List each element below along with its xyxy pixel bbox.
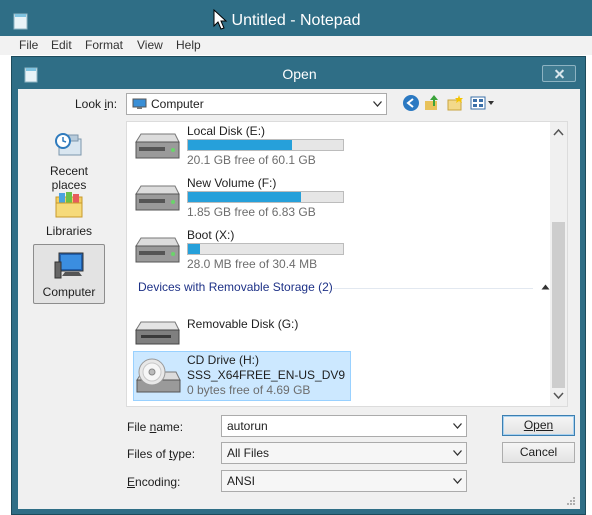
place-recent-places[interactable]: Recent places [33,124,105,192]
mouse-cursor-icon [213,9,228,30]
file-name-label: File name: [127,420,184,434]
drive-name: Local Disk (E:) [187,124,266,138]
place-label: Computer [42,285,96,299]
menu-view[interactable]: View [137,38,163,52]
dialog-title: Open [282,66,317,82]
new-folder-icon[interactable] [446,94,464,112]
cd-drive-icon [136,358,181,393]
menu-file[interactable]: File [19,38,38,52]
drive-usage-bar [187,243,344,255]
file-list[interactable]: Local Disk (E:) 20.1 GB free of 60.1 GB … [126,121,568,407]
menu-help[interactable]: Help [176,38,201,52]
drive-name: Boot (X:) [187,228,235,242]
scroll-down-icon[interactable] [553,392,564,400]
hard-drive-icon [135,133,180,159]
open-dialog: Open Look in: Computer Recent places Lib… [11,56,586,515]
hard-drive-icon [135,185,180,211]
files-of-type-label: Files of type: [127,447,196,461]
drive-free-space: 1.85 GB free of 6.83 GB [187,205,316,219]
drive-new-volume-f[interactable]: New Volume (F:) 1.85 GB free of 6.83 GB [127,174,537,224]
encoding-select[interactable]: ANSI [221,470,467,492]
files-of-type-select[interactable]: All Files [221,442,467,464]
notepad-titlebar[interactable]: Untitled - Notepad [0,0,592,36]
drive-free-space: 28.0 MB free of 30.4 MB [187,257,318,271]
back-icon[interactable] [402,94,420,112]
group-divider [333,288,533,289]
encoding-label: Encoding: [127,475,181,489]
group-header-removable[interactable]: Devices with Removable Storage (2) [138,280,550,296]
notepad-menubar: File Edit Format View Help [0,36,592,55]
look-in-label: Look in: [75,97,118,111]
drive-local-disk-e[interactable]: Local Disk (E:) 20.1 GB free of 60.1 GB [127,122,537,172]
computer-icon [54,252,84,279]
encoding-value: ANSI [227,474,256,488]
resize-grip-icon[interactable] [566,496,576,506]
view-menu-icon[interactable] [470,94,496,112]
place-libraries[interactable]: Libraries [33,184,105,242]
drive-name: CD Drive (H:) [187,353,259,367]
drive-volume-label: SSS_X64FREE_EN-US_DV9 [187,368,346,382]
cancel-button[interactable]: Cancel [502,442,575,463]
files-of-type-value: All Files [227,446,270,460]
hard-drive-icon [135,237,180,263]
menu-edit[interactable]: Edit [51,38,72,52]
recent-places-icon [55,133,82,156]
computer-icon [132,98,147,109]
look-in-combo[interactable]: Computer [126,93,387,115]
group-title: Devices with Removable Storage (2) [138,280,333,294]
libraries-icon [55,192,83,218]
look-in-value: Computer [151,97,204,111]
dialog-body: Look in: Computer Recent places Librarie… [18,89,580,509]
chevron-down-icon[interactable] [453,423,462,429]
chevron-down-icon [373,101,382,107]
menu-format[interactable]: Format [85,38,123,52]
drive-name: New Volume (F:) [187,176,277,190]
scroll-up-icon[interactable] [553,128,564,136]
drive-free-space: 0 bytes free of 4.69 GB [187,383,311,397]
removable-drive-icon [135,321,180,345]
place-label: Libraries [45,224,93,238]
open-button-label: Open [523,418,554,432]
drive-free-space: 20.1 GB free of 60.1 GB [187,153,316,167]
chevron-down-icon [453,478,462,484]
close-button[interactable] [542,65,576,82]
drive-usage-bar [187,139,344,151]
notepad-title: Untitled - Notepad [231,12,361,29]
chevron-down-icon [453,450,462,456]
place-computer[interactable]: Computer [33,244,105,304]
drive-name: Removable Disk (G:) [187,317,299,331]
open-button[interactable]: Open [502,415,575,436]
file-name-value: autorun [227,419,268,433]
drive-boot-x[interactable]: Boot (X:) 28.0 MB free of 30.4 MB [127,226,537,276]
drive-usage-bar [187,191,344,203]
scrollbar-thumb[interactable] [552,222,565,388]
up-folder-icon[interactable] [423,94,441,112]
vertical-scrollbar[interactable] [550,122,567,406]
drive-cd-h-selected[interactable]: CD Drive (H:) SSS_X64FREE_EN-US_DV9 0 by… [133,351,351,401]
file-name-input[interactable]: autorun [221,415,467,437]
chevron-up-icon[interactable] [541,284,550,290]
